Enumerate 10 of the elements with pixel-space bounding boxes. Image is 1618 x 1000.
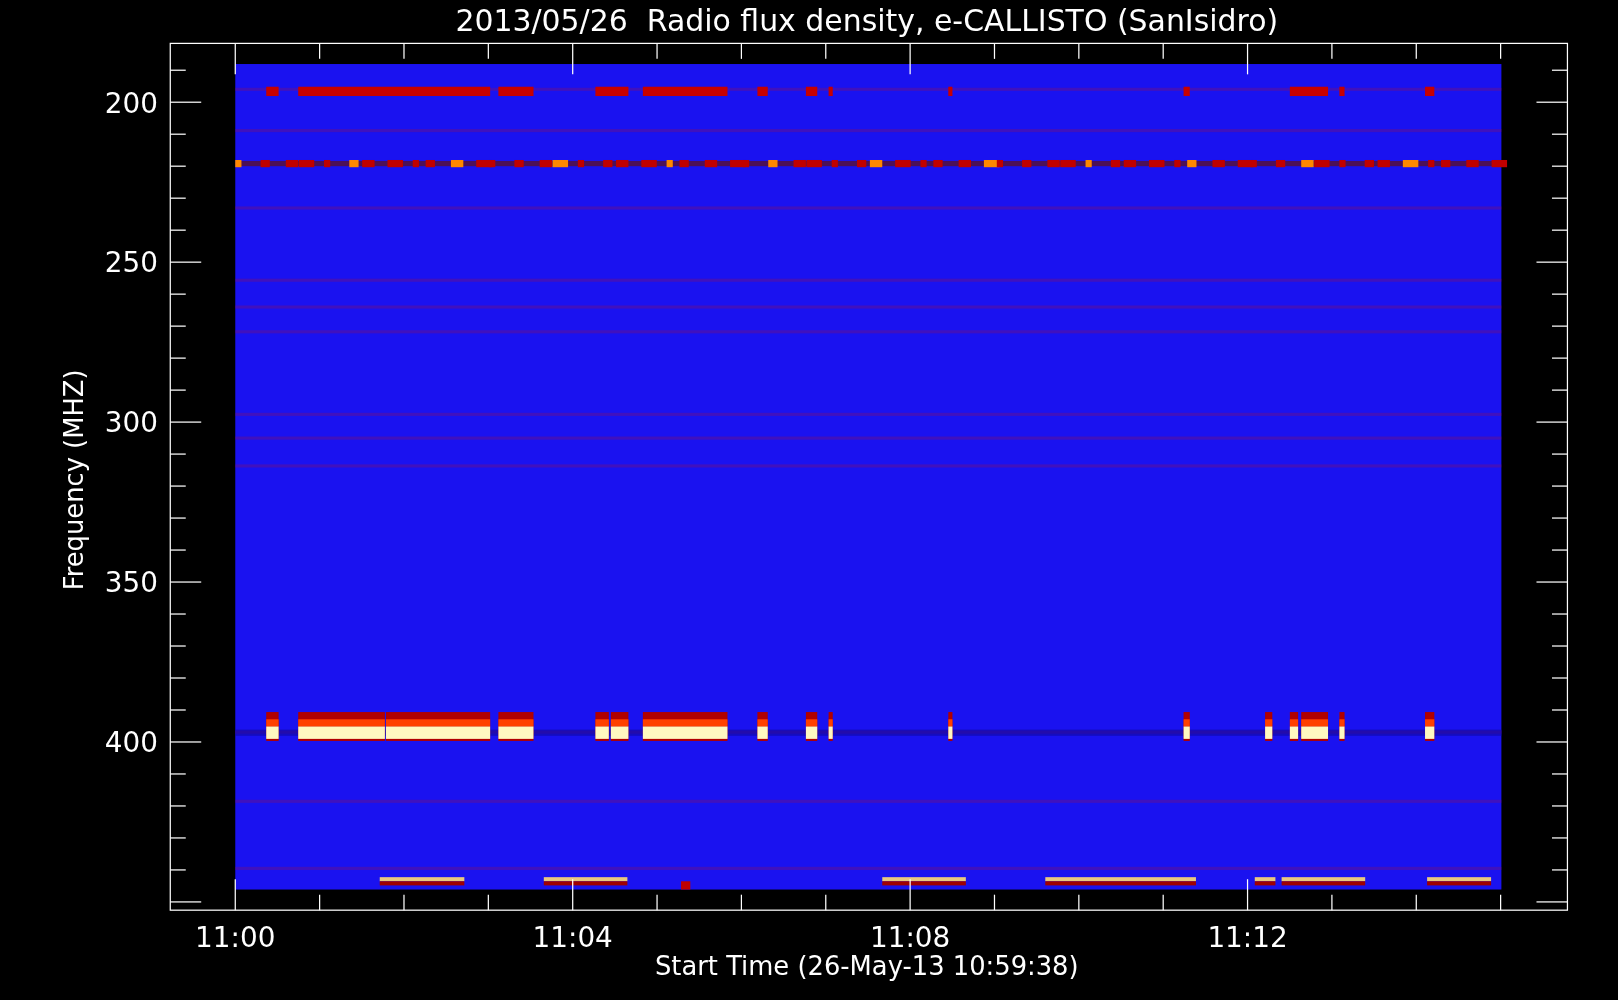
y-tick-label: 250 [104, 246, 158, 280]
x-tick-label: 11:04 [532, 921, 613, 955]
y-tick-label: 400 [104, 726, 158, 760]
y-tick-label: 200 [104, 86, 158, 120]
y-tick-label: 350 [104, 566, 158, 600]
x-tick-label: 11:00 [195, 921, 276, 955]
x-tick-label: 11:12 [1207, 921, 1288, 955]
y-axis-label: Frequency (MHZ) [58, 369, 89, 591]
plot-title: 2013/05/26 Radio flux density, e-CALLISTO (SanIsidro) [455, 3, 1279, 38]
y-tick-label: 300 [104, 406, 158, 440]
